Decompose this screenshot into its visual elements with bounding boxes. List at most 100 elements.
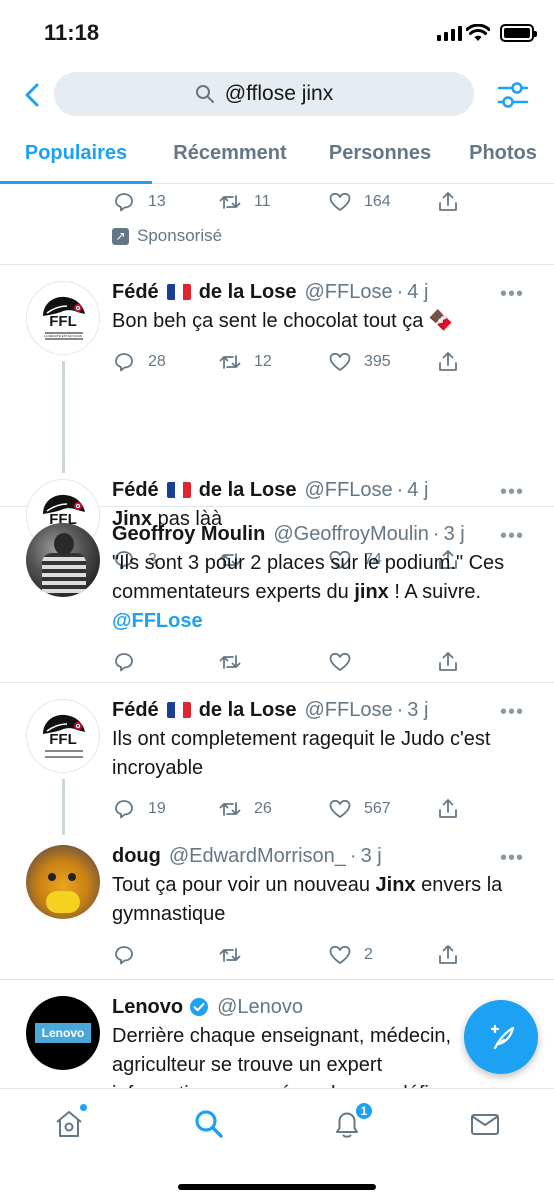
reply-icon	[112, 650, 136, 674]
tweet-text: Bon beh ça sent le chocolat tout ça 🍫	[112, 310, 454, 332]
tweet-header: doug @EdwardMorrison_ · 3 j	[112, 841, 532, 871]
tab-photos[interactable]: Photos	[452, 124, 554, 182]
tweet-time: 4 j	[407, 280, 429, 303]
tweet[interactable]: Fédé de la Lose @FFLose · 4 j ••• Bon be…	[112, 277, 532, 378]
mail-icon	[471, 1114, 499, 1135]
retweet-button[interactable]	[218, 943, 328, 967]
tweet-time: 4 j	[407, 478, 429, 501]
display-name: Fédé	[112, 478, 159, 501]
like-button[interactable]: 395	[328, 350, 436, 374]
notifications-badge: 1	[354, 1101, 374, 1121]
avatar[interactable]: Lenovo	[26, 996, 100, 1070]
retweet-button[interactable]	[218, 650, 328, 674]
nav-home[interactable]	[52, 1103, 88, 1141]
tweet-header: Fédé de la Lose @FFLose · 4 j	[112, 277, 532, 307]
search-input[interactable]: @fflose jinx	[54, 72, 474, 116]
like-count: 395	[364, 353, 391, 370]
more-options-icon[interactable]: •••	[500, 847, 524, 870]
heart-icon	[328, 943, 352, 967]
tab-personnes[interactable]: Personnes	[308, 124, 452, 182]
back-arrow-icon[interactable]	[18, 80, 48, 110]
filter-settings-icon[interactable]	[496, 78, 530, 112]
retweet-button[interactable]: 12	[218, 350, 328, 374]
like-button[interactable]: 567	[328, 797, 436, 821]
heart-icon	[328, 797, 352, 821]
thread-fflose-1: FFL LA DÉFAITE EST EN NOUS Fédé de la Lo…	[0, 265, 554, 505]
display-name: Lenovo	[112, 995, 184, 1018]
reply-button[interactable]: 13	[112, 190, 218, 214]
avatar[interactable]	[26, 523, 100, 597]
tab-recemment[interactable]: Récemment	[152, 124, 308, 182]
tweet[interactable]: Geoffroy Moulin @GeoffroyMoulin · 3 j ••…	[112, 519, 532, 678]
sponsored-text: Sponsorisé	[137, 226, 223, 245]
home-indicator	[178, 1184, 376, 1190]
thread-fflose-2: FFL Fédé de la Lose @FFLose · 3 j ••• Il…	[0, 683, 554, 979]
reply-icon	[112, 350, 136, 374]
heart-icon	[328, 190, 352, 214]
search-query: @fflose jinx	[224, 82, 334, 105]
share-button[interactable]	[436, 943, 460, 967]
heart-icon	[328, 650, 352, 674]
tweet-geoffroy[interactable]: Geoffroy Moulin @GeoffroyMoulin · 3 j ••…	[0, 507, 554, 682]
tab-label: Populaires	[24, 141, 128, 164]
share-icon	[436, 797, 460, 821]
tweet[interactable]: Fédé de la Lose @FFLose · 3 j ••• Ils on…	[112, 695, 532, 825]
share-button[interactable]	[436, 190, 460, 214]
more-options-icon[interactable]: •••	[500, 701, 524, 724]
lenovo-logo: Lenovo	[35, 1023, 91, 1043]
retweet-button[interactable]: 26	[218, 797, 328, 821]
tab-populaires[interactable]: Populaires	[0, 124, 152, 184]
avatar[interactable]	[26, 845, 100, 919]
highlight-term: jinx	[354, 581, 389, 603]
sponsored-label: ↗ Sponsorisé	[112, 221, 222, 251]
status-time: 11:18	[44, 20, 100, 45]
reply-count: 13	[148, 193, 166, 210]
new-content-dot	[79, 1103, 88, 1112]
tweet-header: Fédé de la Lose @FFLose · 4 j	[112, 475, 532, 505]
like-button[interactable]: 2	[328, 943, 436, 967]
thread-line	[62, 779, 65, 835]
mention-link[interactable]: @FFLose	[112, 610, 203, 632]
sponsored-tweet[interactable]: 13 11 164 ↗ Sponsorisé	[0, 184, 554, 264]
tweet-actions: 2	[112, 939, 532, 971]
ffl-logo-tagline: LA DÉFAITE EST EN NOUS	[44, 334, 82, 338]
display-name: doug	[112, 844, 161, 867]
search-results-feed[interactable]: 13 11 164 ↗ Sponsorisé FFL LA DÉFAITE ES…	[0, 184, 554, 1088]
avatar-photo	[46, 891, 80, 913]
retweet-icon	[218, 650, 242, 674]
more-options-icon[interactable]: •••	[500, 283, 524, 306]
like-button[interactable]: 164	[328, 190, 436, 214]
share-icon	[436, 350, 460, 374]
tweet[interactable]: doug @EdwardMorrison_ · 3 j ••• Tout ça …	[112, 841, 532, 971]
nav-messages[interactable]	[468, 1107, 502, 1141]
more-options-icon[interactable]: •••	[500, 481, 524, 504]
retweet-count: 11	[254, 193, 271, 210]
reply-button[interactable]	[112, 943, 218, 967]
user-handle: @Lenovo	[217, 995, 304, 1018]
nav-notifications[interactable]: 1	[330, 1101, 374, 1141]
like-button[interactable]	[328, 650, 436, 674]
retweet-icon	[218, 943, 242, 967]
avatar[interactable]: FFL	[26, 699, 100, 773]
share-button[interactable]	[436, 797, 460, 821]
tweet-time: 3 j	[443, 522, 465, 545]
retweet-button[interactable]: 11	[218, 190, 328, 214]
share-button[interactable]	[436, 650, 460, 674]
reply-button[interactable]: 19	[112, 797, 218, 821]
france-flag-icon	[166, 284, 191, 300]
tweet-header: Geoffroy Moulin @GeoffroyMoulin · 3 j	[112, 519, 532, 549]
retweet-count: 12	[254, 353, 272, 370]
ffl-logo-letters: FFL	[49, 731, 77, 748]
avatar[interactable]: FFL LA DÉFAITE EST EN NOUS	[26, 281, 100, 355]
reply-button[interactable]	[112, 650, 218, 674]
user-handle: @FFLose	[304, 478, 393, 501]
like-count: 164	[364, 193, 391, 210]
share-button[interactable]	[436, 350, 460, 374]
tab-label: Photos	[469, 141, 537, 164]
display-name: Fédé	[112, 280, 159, 303]
compose-tweet-button[interactable]	[464, 1000, 538, 1074]
more-options-icon[interactable]: •••	[500, 525, 524, 548]
reply-button[interactable]: 28	[112, 350, 218, 374]
nav-search[interactable]	[192, 1107, 226, 1141]
retweet-icon	[218, 190, 242, 214]
